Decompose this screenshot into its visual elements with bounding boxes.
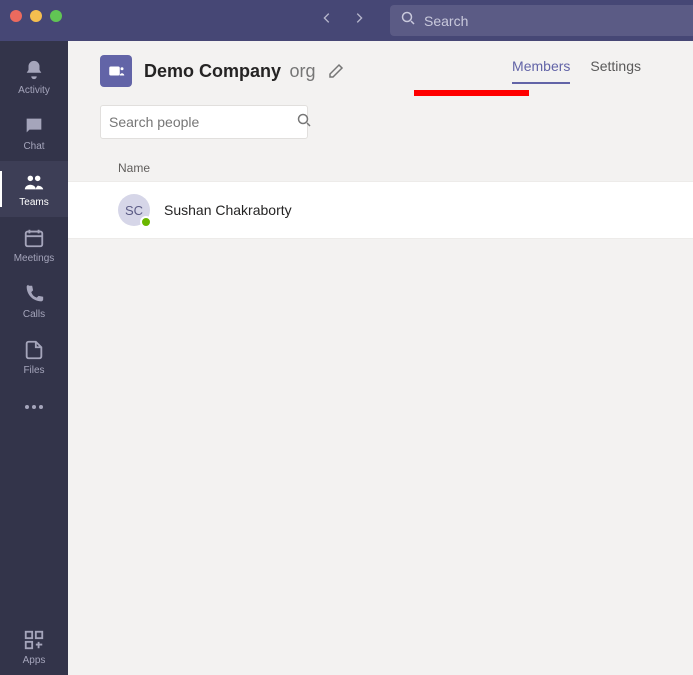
column-header-name: Name bbox=[68, 155, 693, 181]
maximize-window-icon[interactable] bbox=[50, 10, 62, 22]
rail-teams-label: Teams bbox=[19, 197, 48, 208]
tab-members[interactable]: Members bbox=[512, 58, 570, 84]
team-tabs: Members Settings bbox=[512, 58, 661, 84]
member-name: Sushan Chakraborty bbox=[164, 202, 292, 218]
edit-team-button[interactable] bbox=[328, 63, 344, 79]
team-suffix: org bbox=[289, 61, 315, 81]
rail-files-label: Files bbox=[23, 365, 44, 376]
search-icon bbox=[296, 112, 312, 133]
avatar: SC bbox=[118, 194, 150, 226]
rail-chat-label: Chat bbox=[23, 141, 44, 152]
search-icon bbox=[400, 10, 416, 31]
rail-chat[interactable]: Chat bbox=[0, 105, 68, 161]
rail-meetings-label: Meetings bbox=[14, 253, 55, 264]
people-search-input[interactable] bbox=[109, 114, 290, 130]
members-list: SC Sushan Chakraborty bbox=[68, 181, 693, 239]
rail-files[interactable]: Files bbox=[0, 329, 68, 385]
global-search[interactable] bbox=[390, 5, 693, 36]
team-icon bbox=[100, 55, 132, 87]
window-controls bbox=[10, 10, 62, 22]
rail-meetings[interactable]: Meetings bbox=[0, 217, 68, 273]
team-name: Demo Company bbox=[144, 61, 281, 81]
search-input[interactable] bbox=[424, 13, 683, 29]
main-content: Demo Company org Members Settings Name S… bbox=[68, 41, 693, 675]
people-search[interactable] bbox=[100, 105, 308, 139]
rail-calls[interactable]: Calls bbox=[0, 273, 68, 329]
rail-teams[interactable]: Teams bbox=[0, 161, 68, 217]
rail-apps[interactable]: Apps bbox=[0, 619, 68, 675]
avatar-initials: SC bbox=[125, 203, 143, 218]
rail-activity-label: Activity bbox=[18, 85, 50, 96]
minimize-window-icon[interactable] bbox=[30, 10, 42, 22]
table-row[interactable]: SC Sushan Chakraborty bbox=[68, 182, 693, 239]
team-header: Demo Company org Members Settings bbox=[68, 41, 693, 95]
forward-button[interactable] bbox=[352, 11, 366, 30]
tab-settings[interactable]: Settings bbox=[590, 58, 641, 84]
close-window-icon[interactable] bbox=[10, 10, 22, 22]
highlight-marker bbox=[414, 90, 529, 96]
history-nav bbox=[320, 11, 366, 30]
back-button[interactable] bbox=[320, 11, 334, 30]
team-title: Demo Company org bbox=[144, 61, 316, 82]
title-bar bbox=[0, 0, 693, 41]
rail-calls-label: Calls bbox=[23, 309, 45, 320]
rail-more[interactable] bbox=[23, 385, 45, 429]
rail-activity[interactable]: Activity bbox=[0, 49, 68, 105]
rail-apps-label: Apps bbox=[23, 655, 46, 666]
presence-available-icon bbox=[140, 216, 152, 228]
app-rail: Activity Chat Teams Meetings Calls Files bbox=[0, 41, 68, 675]
